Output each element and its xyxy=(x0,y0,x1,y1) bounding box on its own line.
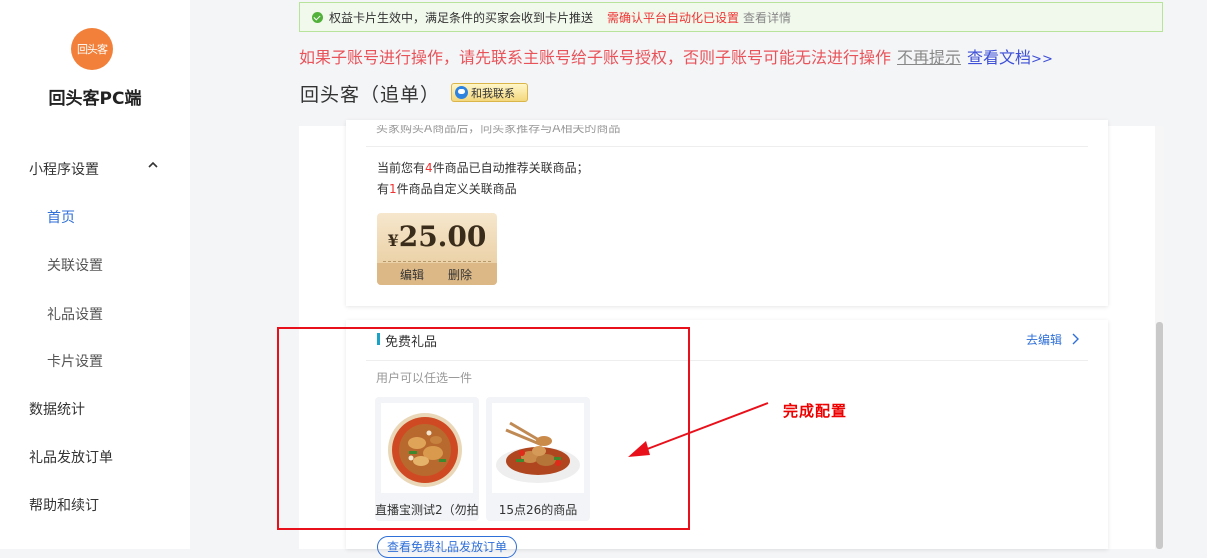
dismiss-link[interactable]: 不再提示 xyxy=(897,48,961,67)
app-title: 回头客PC端 xyxy=(48,89,142,109)
sidebar: 回头客 回头客PC端 小程序设置 首页 关联设置 礼品设置 卡片设置 数据统计 … xyxy=(0,0,190,549)
auto-recommend-info: 当前您有4件商品已自动推荐关联商品； xyxy=(377,161,589,175)
app-logo: 回头客 xyxy=(71,28,113,70)
contact-me-button[interactable]: 和我联系 xyxy=(451,83,528,102)
notice-warning-text: 需确认平台自动化已设置 xyxy=(607,10,740,25)
sidebar-item-card-settings[interactable]: 卡片设置 xyxy=(47,351,103,371)
coupon-actions: 编辑 删除 xyxy=(377,263,497,285)
divider xyxy=(366,146,1088,147)
sidebar-item-help-renew[interactable]: 帮助和续订 xyxy=(29,495,99,515)
coupon-price-tag: ¥25.00 编辑 删除 xyxy=(377,213,497,285)
page-title: 回头客（追单） xyxy=(300,84,441,106)
logo-text: 回头客 xyxy=(77,43,108,56)
check-circle-icon xyxy=(312,11,323,23)
notice-details-link[interactable]: 查看详情 xyxy=(743,9,791,26)
dashed-divider xyxy=(383,261,491,262)
sidebar-item-gift-settings[interactable]: 礼品设置 xyxy=(47,304,103,324)
edit-button[interactable]: 编辑 xyxy=(400,266,424,283)
sidebar-item-home[interactable]: 首页 xyxy=(47,207,75,227)
annotation-label: 完成配置 xyxy=(783,402,848,420)
go-edit-link[interactable]: 去编辑 xyxy=(1026,331,1062,348)
view-docs-link[interactable]: 查看文档 xyxy=(967,48,1031,67)
sidebar-item-gift-orders[interactable]: 礼品发放订单 xyxy=(29,447,113,467)
coupon-value: ¥25.00 xyxy=(387,220,487,253)
chat-icon xyxy=(455,86,468,99)
contact-label: 和我联系 xyxy=(471,86,515,100)
notice-text: 权益卡片生效中，满足条件的买家会收到卡片推送 xyxy=(329,10,594,25)
scrollbar-thumb[interactable] xyxy=(1156,322,1163,549)
warning-text: 如果子账号进行操作，请先联系主账号给子账号授权，否则子账号可能无法进行操作 xyxy=(299,48,892,67)
view-gift-orders-button[interactable]: 查看免费礼品发放订单 xyxy=(377,536,517,558)
sidebar-item-related-settings[interactable]: 关联设置 xyxy=(47,255,103,275)
chevron-up-icon xyxy=(148,161,158,168)
sidebar-item-miniprogram-settings[interactable]: 小程序设置 xyxy=(29,159,99,179)
docs-arrow: >> xyxy=(1031,52,1053,67)
sidebar-item-statistics[interactable]: 数据统计 xyxy=(29,399,85,419)
subaccount-warning: 如果子账号进行操作，请先联系主账号给子账号授权，否则子账号可能无法进行操作 不再提… xyxy=(299,44,1053,68)
annotation-arrow-icon xyxy=(628,402,769,457)
chevron-right-icon[interactable] xyxy=(1071,333,1079,345)
custom-related-info: 有1件商品自定义关联商品 xyxy=(377,182,517,196)
delete-button[interactable]: 删除 xyxy=(448,266,472,283)
status-notice: 权益卡片生效中，满足条件的买家会收到卡片推送 需确认平台自动化已设置 查看详情 xyxy=(299,2,1163,32)
